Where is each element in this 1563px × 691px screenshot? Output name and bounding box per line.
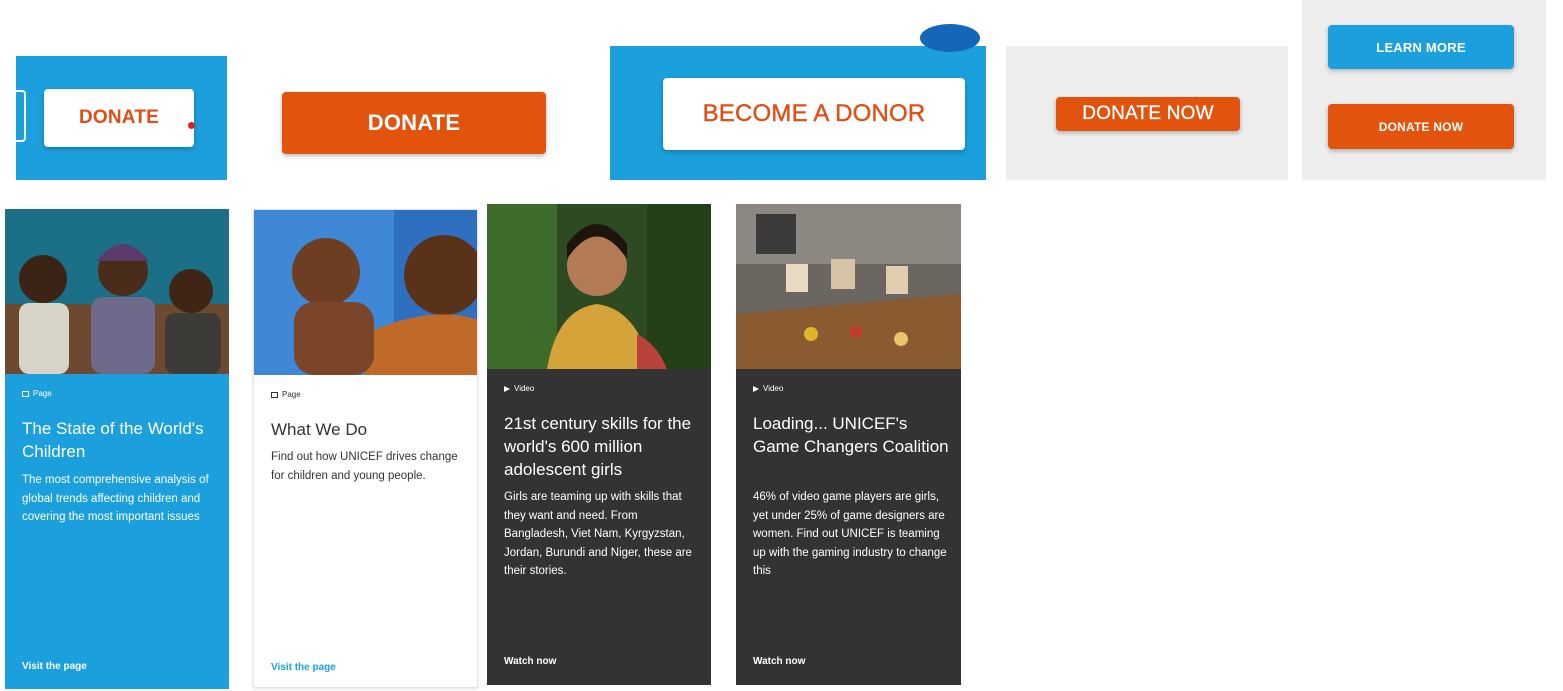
card-title: What We Do: [271, 420, 368, 439]
card-title: 21st century skills for the world's 600 …: [504, 414, 692, 479]
card-title: Loading... UNICEF's Game Changers Coalit…: [753, 414, 949, 456]
card-type-label: Page: [271, 390, 301, 399]
card-21st-century-skills[interactable]: Video 21st century skills for the world'…: [487, 204, 711, 685]
card-title: The State of the World's Children: [22, 419, 204, 461]
card-game-changers-coalition[interactable]: Video Loading... UNICEF's Game Changers …: [736, 204, 961, 685]
donate-now-small-button[interactable]: DONATE NOW: [1328, 104, 1514, 149]
donate-button-white[interactable]: DONATE: [44, 89, 194, 147]
donate-now-gray-panel: DONATE NOW: [1006, 46, 1288, 180]
card-description: The most comprehensive analysis of globa…: [22, 474, 209, 523]
card-description: Girls are teaming up with skills that th…: [504, 491, 692, 577]
card-link[interactable]: Watch now: [753, 656, 805, 667]
card-type-label: Page: [22, 389, 52, 398]
donate-sample-blue-panel: DONATE: [10, 56, 227, 180]
card-image-game-table: [736, 204, 961, 369]
card-link[interactable]: Visit the page: [271, 662, 336, 673]
learn-more-button[interactable]: LEARN MORE: [1328, 25, 1514, 69]
outlined-button-fragment: [10, 90, 26, 142]
video-icon: [753, 385, 759, 392]
decorative-corner-shape: [920, 24, 980, 52]
donate-button-orange[interactable]: DONATE: [282, 92, 546, 154]
page-icon: [22, 390, 29, 397]
card-link[interactable]: Watch now: [504, 656, 556, 667]
learn-more-gray-panel: LEARN MORE DONATE NOW: [1302, 0, 1546, 180]
card-image-mother-and-child: [254, 210, 477, 375]
video-icon: [504, 385, 510, 392]
card-image-three-children: [5, 209, 229, 374]
card-type-label: Video: [753, 384, 783, 393]
card-link[interactable]: Visit the page: [22, 661, 87, 672]
page-icon: [271, 391, 278, 398]
card-state-of-worlds-children[interactable]: Page The State of the World's Children T…: [5, 209, 229, 689]
card-image-adolescent-girl: [487, 204, 711, 369]
donate-now-button[interactable]: DONATE NOW: [1056, 97, 1240, 131]
card-description: Find out how UNICEF drives change for ch…: [271, 451, 458, 482]
become-donor-blue-panel: BECOME A DONOR: [610, 24, 986, 180]
card-what-we-do[interactable]: Page What We Do Find out how UNICEF driv…: [253, 209, 478, 688]
become-donor-button[interactable]: BECOME A DONOR: [663, 78, 965, 150]
card-description: 46% of video game players are girls, yet…: [753, 491, 947, 577]
notification-dot: [188, 122, 195, 129]
card-type-label: Video: [504, 384, 534, 393]
